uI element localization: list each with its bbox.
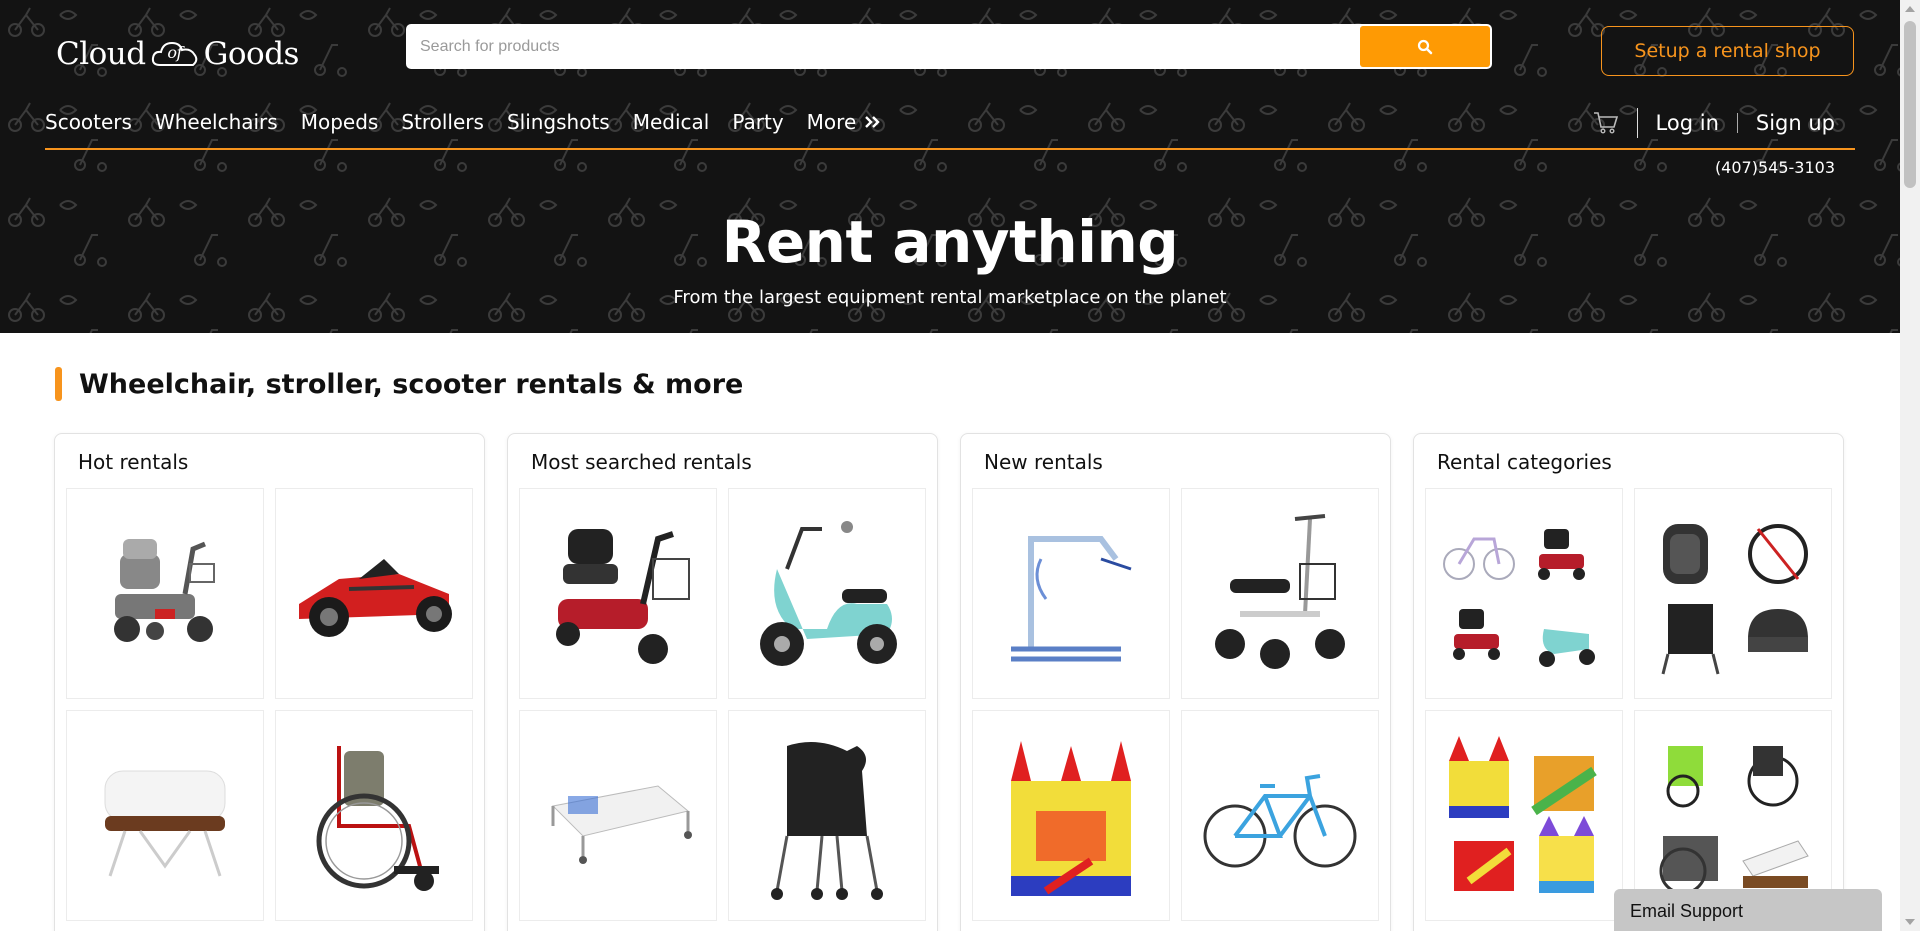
product-tile-bicycle[interactable] bbox=[1181, 710, 1379, 921]
knee-scooter-image bbox=[1215, 513, 1345, 669]
card-new-rentals: New rentals bbox=[960, 433, 1391, 931]
product-tile-bassinet[interactable] bbox=[66, 710, 264, 921]
search-button[interactable] bbox=[1360, 26, 1490, 67]
product-tile-mobility-scooter-red[interactable] bbox=[519, 488, 717, 699]
phone-number[interactable]: (407)545-3103 bbox=[1715, 158, 1835, 177]
login-link[interactable]: Log in bbox=[1656, 111, 1719, 135]
scroll-up-arrow-icon[interactable] bbox=[1905, 6, 1915, 12]
card-hot-rentals: Hot rentals bbox=[54, 433, 485, 931]
cart-button[interactable] bbox=[1593, 111, 1619, 135]
nav-item-party[interactable]: Party bbox=[732, 110, 783, 134]
hero-title: Rent anything bbox=[721, 208, 1179, 276]
card-title: Most searched rentals bbox=[531, 450, 752, 474]
divider bbox=[1636, 108, 1638, 138]
product-tile-double-stroller[interactable] bbox=[728, 710, 926, 921]
category-tile-strollers-car-seats[interactable] bbox=[1634, 488, 1832, 699]
page-scrollbar[interactable] bbox=[1900, 0, 1920, 931]
moped-teal-image bbox=[760, 520, 897, 666]
product-tile-moped[interactable] bbox=[728, 488, 926, 699]
scroll-down-arrow-icon[interactable] bbox=[1905, 919, 1915, 925]
nav-more-label: More bbox=[806, 110, 857, 134]
mobility-scooter-red-image bbox=[556, 528, 690, 664]
bounce-house-image bbox=[1011, 740, 1131, 896]
wheelchair-image bbox=[316, 745, 439, 891]
scrollbar-thumb[interactable] bbox=[1904, 21, 1916, 188]
product-tile-mobility-scooter[interactable] bbox=[66, 488, 264, 699]
email-support-button[interactable]: Email Support bbox=[1614, 889, 1882, 931]
logo-text-cloud: Cloud bbox=[56, 36, 146, 72]
divider bbox=[1736, 113, 1738, 133]
product-tile-slingshot[interactable] bbox=[275, 488, 473, 699]
category-strollers-image bbox=[1661, 523, 1808, 674]
bassinet-image bbox=[104, 770, 226, 876]
category-nav: Scooters Wheelchairs Mopeds Strollers Sl… bbox=[45, 110, 905, 134]
bicycle-image bbox=[1203, 773, 1357, 867]
nav-item-more[interactable]: More bbox=[807, 110, 883, 134]
category-party-image bbox=[1449, 735, 1597, 893]
section-heading: Wheelchair, stroller, scooter rentals & … bbox=[55, 367, 743, 401]
double-stroller-image bbox=[771, 741, 883, 900]
category-tile-party[interactable] bbox=[1425, 710, 1623, 921]
setup-rental-shop-button[interactable]: Setup a rental shop bbox=[1601, 26, 1854, 76]
patient-lift-image bbox=[1011, 535, 1132, 661]
nav-item-mopeds[interactable]: Mopeds bbox=[301, 110, 379, 134]
nav-item-medical[interactable]: Medical bbox=[633, 110, 710, 134]
hero-subtitle: From the largest equipment rental market… bbox=[673, 287, 1227, 308]
card-title: New rentals bbox=[984, 450, 1103, 474]
nav-divider-line bbox=[45, 148, 1855, 150]
user-links: Log in Sign up bbox=[1593, 108, 1835, 138]
logo-cloud-icon: of bbox=[150, 37, 200, 71]
search-bar bbox=[406, 24, 1492, 69]
search-input[interactable] bbox=[408, 26, 1360, 67]
logo-text-of: of bbox=[167, 43, 182, 62]
nav-item-slingshots[interactable]: Slingshots bbox=[507, 110, 610, 134]
card-rental-categories: Rental categories bbox=[1413, 433, 1844, 931]
card-title: Rental categories bbox=[1437, 450, 1612, 474]
double-chevron-right-icon bbox=[865, 116, 880, 128]
category-tile-scooters-bikes[interactable] bbox=[1425, 488, 1623, 699]
nav-item-scooters[interactable]: Scooters bbox=[45, 110, 132, 134]
nav-item-strollers[interactable]: Strollers bbox=[401, 110, 484, 134]
category-medical-image bbox=[1659, 745, 1809, 894]
section-title: Wheelchair, stroller, scooter rentals & … bbox=[79, 368, 744, 400]
product-tile-patient-lift[interactable] bbox=[972, 488, 1170, 699]
signup-link[interactable]: Sign up bbox=[1756, 111, 1835, 135]
mobility-scooter-image bbox=[114, 538, 215, 642]
hospital-bed-image bbox=[551, 784, 692, 864]
page: Cloud of Goods Setup a rental shop Scoot… bbox=[0, 0, 1920, 931]
card-most-searched-rentals: Most searched rentals bbox=[507, 433, 938, 931]
product-tile-wheelchair[interactable] bbox=[275, 710, 473, 921]
product-tile-knee-scooter[interactable] bbox=[1181, 488, 1379, 699]
logo[interactable]: Cloud of Goods bbox=[56, 36, 299, 72]
cart-icon bbox=[1593, 112, 1618, 134]
hero-header: Cloud of Goods Setup a rental shop Scoot… bbox=[0, 0, 1900, 333]
section-accent-bar bbox=[55, 367, 62, 401]
slingshot-vehicle-image bbox=[299, 558, 452, 637]
search-icon bbox=[1417, 39, 1433, 54]
category-scooters-image bbox=[1443, 528, 1595, 667]
nav-item-wheelchairs[interactable]: Wheelchairs bbox=[155, 110, 278, 134]
card-title: Hot rentals bbox=[78, 450, 189, 474]
logo-text-goods: Goods bbox=[203, 36, 300, 72]
product-tile-hospital-bed[interactable] bbox=[519, 710, 717, 921]
product-tile-bounce-house[interactable] bbox=[972, 710, 1170, 921]
